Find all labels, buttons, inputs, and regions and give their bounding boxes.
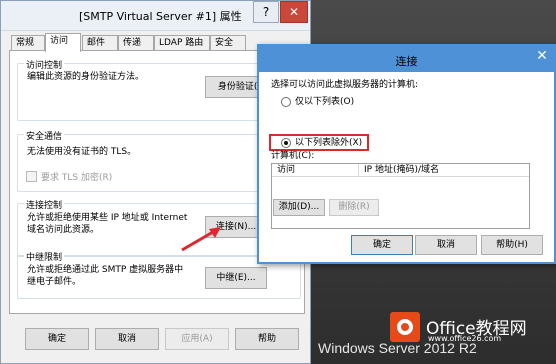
column-access[interactable]: 访问 [277, 165, 295, 176]
cancel-button[interactable]: 取消 [95, 328, 159, 350]
computers-label: 计算机(C): [271, 151, 315, 161]
relay-description-line2: 继电子邮件。 [27, 277, 82, 287]
tab-general[interactable]: 常规 [11, 35, 45, 51]
conn-ok-button[interactable]: 确定 [351, 235, 413, 255]
help-button[interactable]: 帮助 [235, 328, 299, 350]
connection-dialog: 连接 ✕ 选择可以访问此虚拟服务器的计算机: 仅以下列表(O) 以下列表除外(X… [257, 44, 556, 264]
tab-ldap-routing[interactable]: LDAP 路由 [154, 35, 210, 51]
tab-security[interactable]: 安全 [210, 35, 246, 51]
connection-title: 连接 [395, 55, 418, 68]
require-tls-label: 要求 TLS 加密(R) [41, 173, 113, 183]
require-tls-checkbox[interactable] [26, 171, 37, 182]
office-tutorial-logo: Office教程网 www.office26.com [390, 312, 552, 344]
connection-description-line1: 允许或拒绝使用某些 IP 地址或 Internet [27, 213, 188, 223]
radio-all-except[interactable] [281, 138, 291, 148]
dialog-title: [SMTP Virtual Server #1] 属性 [79, 10, 242, 23]
relay-button[interactable]: 中继(E)... [205, 267, 267, 289]
group-title: 访问控制 [24, 58, 65, 71]
relay-description-line1: 允许或拒绝通过此 SMTP 虚拟服务器中 [27, 265, 184, 275]
close-button[interactable]: ✕ [280, 1, 308, 23]
connection-titlebar[interactable]: 连接 ✕ [259, 46, 554, 72]
radio-all-except-label: 以下列表除外(X) [295, 138, 363, 148]
radio-only-list[interactable] [281, 97, 291, 107]
apply-button[interactable]: 应用(A) [165, 328, 229, 350]
add-button[interactable]: 添加(D)... [273, 199, 325, 216]
list-header: 访问 IP 地址(掩码)/域名 [272, 164, 529, 177]
logo-url: www.office26.com [428, 334, 502, 343]
ok-button[interactable]: 确定 [25, 328, 89, 350]
help-title-button[interactable]: ? [253, 1, 279, 23]
group-title: 中继限制 [24, 250, 65, 263]
group-title: 安全通信 [24, 129, 65, 142]
close-icon[interactable]: ✕ [531, 46, 553, 66]
access-control-description: 编辑此资源的身份验证方法。 [27, 72, 145, 82]
column-ip-domain[interactable]: IP 地址(掩码)/域名 [364, 165, 439, 176]
tab-access[interactable]: 访问 [45, 33, 81, 52]
tab-messages[interactable]: 邮件 [82, 35, 118, 51]
connection-prompt: 选择可以访问此虚拟服务器的计算机: [271, 80, 419, 90]
tab-delivery[interactable]: 传递 [118, 35, 154, 51]
connection-description-line2: 域名访问此资源。 [27, 225, 100, 235]
group-title: 连接控制 [24, 198, 65, 211]
pointer-arrow-icon [181, 227, 221, 252]
remove-button[interactable]: 删除(R) [329, 199, 379, 216]
conn-cancel-button[interactable]: 取消 [415, 235, 477, 255]
radio-only-list-label: 仅以下列表(O) [295, 97, 355, 107]
tls-description: 无法使用没有证书的 TLS。 [27, 147, 137, 157]
dialog-titlebar[interactable]: [SMTP Virtual Server #1] 属性 ? ✕ [1, 1, 310, 31]
computers-list[interactable]: 访问 IP 地址(掩码)/域名 [271, 163, 530, 229]
column-divider[interactable] [358, 164, 359, 177]
connection-body: 选择可以访问此虚拟服务器的计算机: 仅以下列表(O) 以下列表除外(X) 计算机… [259, 72, 554, 262]
office-logo-icon [390, 312, 420, 342]
conn-help-button[interactable]: 帮助(H) [481, 235, 543, 255]
